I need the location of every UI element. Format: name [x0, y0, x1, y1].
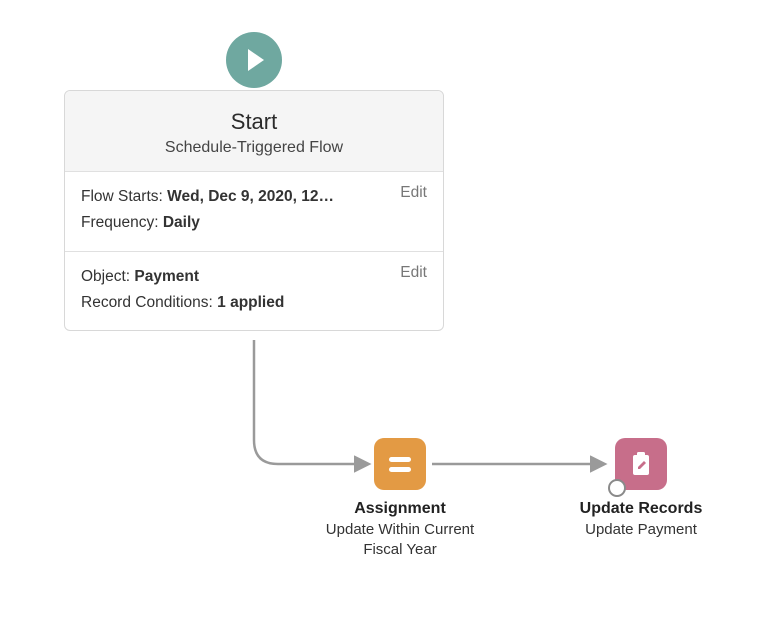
- object-value: Payment: [134, 268, 199, 285]
- flow-starts-label: Flow Starts:: [81, 188, 163, 205]
- start-node-card[interactable]: Start Schedule-Triggered Flow Edit Flow …: [64, 90, 444, 331]
- start-title: Start: [77, 109, 431, 135]
- assignment-subtitle: Update Within Current Fiscal Year: [310, 520, 490, 559]
- flow-canvas: Start Schedule-Triggered Flow Edit Flow …: [0, 0, 768, 624]
- record-conditions-row: Record Conditions: 1 applied: [81, 290, 427, 316]
- start-header: Start Schedule-Triggered Flow: [65, 91, 443, 172]
- edit-object-link[interactable]: Edit: [400, 264, 427, 282]
- start-subtitle: Schedule-Triggered Flow: [77, 139, 431, 157]
- clipboard-edit-icon: [626, 449, 656, 479]
- frequency-label: Frequency:: [81, 214, 159, 231]
- update-records-icon: [615, 438, 667, 490]
- start-schedule-section: Edit Flow Starts: Wed, Dec 9, 2020, 12… …: [65, 172, 443, 252]
- frequency-value: Daily: [163, 214, 200, 231]
- frequency-row: Frequency: Daily: [81, 210, 427, 236]
- object-row: Object: Payment: [81, 264, 427, 290]
- edit-schedule-link[interactable]: Edit: [400, 184, 427, 202]
- object-label: Object:: [81, 268, 130, 285]
- assignment-icon: [374, 438, 426, 490]
- flow-starts-row: Flow Starts: Wed, Dec 9, 2020, 12…: [81, 184, 427, 210]
- start-object-section: Edit Object: Payment Record Conditions: …: [65, 252, 443, 331]
- update-records-title: Update Records: [556, 500, 726, 518]
- assignment-title: Assignment: [310, 500, 490, 518]
- flow-starts-value: Wed, Dec 9, 2020, 12…: [167, 188, 334, 205]
- decorator-circle-icon: [608, 479, 626, 497]
- update-records-node[interactable]: Update Records Update Payment: [556, 438, 726, 540]
- play-triangle-icon: [248, 49, 264, 71]
- assignment-node[interactable]: Assignment Update Within Current Fiscal …: [310, 438, 490, 559]
- equals-icon: [389, 457, 411, 472]
- play-icon: [226, 32, 282, 88]
- record-conditions-label: Record Conditions:: [81, 294, 213, 311]
- update-records-subtitle: Update Payment: [556, 520, 726, 540]
- record-conditions-value: 1 applied: [217, 294, 284, 311]
